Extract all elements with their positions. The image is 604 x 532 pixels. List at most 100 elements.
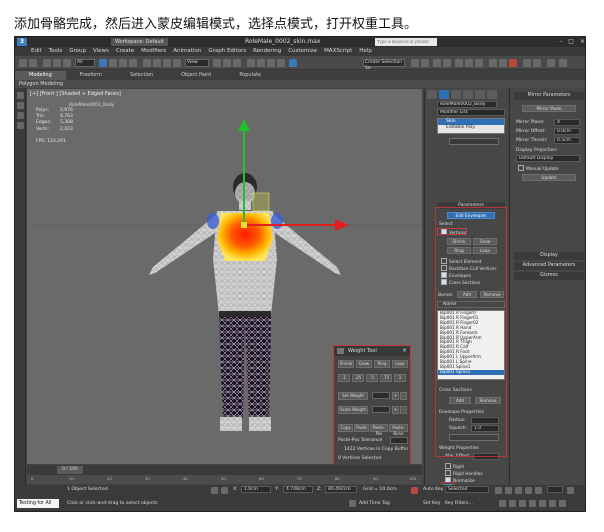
- viewport-label[interactable]: [+] [Front ] [Shaded + Edged Faces]: [30, 91, 121, 97]
- time-slider-handle[interactable]: 0 / 100: [57, 466, 83, 474]
- gizmos-rollout[interactable]: Gizmos: [514, 272, 584, 280]
- move-icon[interactable]: [143, 59, 151, 67]
- display-projection-dropdown[interactable]: Default Display: [516, 155, 580, 162]
- reference-coord-dropdown[interactable]: View: [185, 59, 209, 67]
- scale-minus-button[interactable]: -: [400, 406, 407, 414]
- modifier-list-dropdown[interactable]: Modifier List: [437, 109, 505, 116]
- mirror-offset-field[interactable]: 0.0cm: [554, 128, 580, 135]
- placement-icon[interactable]: [173, 59, 181, 67]
- add-time-tag-icon[interactable]: [349, 500, 356, 507]
- set-weight-button[interactable]: Set Weight: [338, 392, 368, 400]
- track-bar[interactable]: 0 10 20 30 40 50 60 70 80 90 100: [27, 475, 422, 484]
- copy-button[interactable]: Copy: [338, 424, 353, 432]
- weight-preset-button[interactable]: .1: [338, 374, 350, 382]
- modify-tab-icon[interactable]: [439, 90, 449, 99]
- select-by-name-icon[interactable]: [109, 59, 117, 67]
- tab-modeling[interactable]: Modeling: [15, 71, 66, 80]
- mirror-plane-dropdown[interactable]: X: [554, 119, 580, 126]
- render-online-icon[interactable]: [523, 59, 531, 67]
- selection-set-dropdown[interactable]: Create Selection Se: [363, 59, 405, 71]
- weight-minus-button[interactable]: -: [400, 392, 407, 400]
- play-icon[interactable]: [515, 487, 522, 494]
- menu-help[interactable]: Help: [359, 47, 372, 56]
- unlink-icon[interactable]: [53, 59, 61, 67]
- menu-graph-editors[interactable]: Graph Editors: [208, 47, 246, 56]
- menu-create[interactable]: Create: [116, 47, 134, 56]
- keyboard-shortcut-icon[interactable]: [233, 59, 241, 67]
- grow-button[interactable]: Grow: [356, 360, 372, 368]
- named-selection-icon[interactable]: [289, 59, 297, 67]
- weight-preset-button[interactable]: .25: [352, 374, 364, 382]
- absolute-mode-icon[interactable]: [221, 487, 228, 494]
- tab-selection[interactable]: Selection: [116, 71, 167, 80]
- close-icon[interactable]: ×: [580, 38, 585, 46]
- zoom-all-icon[interactable]: [509, 500, 516, 507]
- schematic-view-icon[interactable]: [465, 59, 473, 67]
- menu-animation[interactable]: Animation: [173, 47, 201, 56]
- lock-selection-icon[interactable]: [211, 487, 218, 494]
- shrink-button[interactable]: Shrink: [338, 360, 354, 368]
- weight-preset-button[interactable]: 1: [394, 374, 406, 382]
- mirror-mode-button[interactable]: Mirror Mode: [522, 105, 576, 112]
- create-tab-icon[interactable]: [427, 90, 437, 99]
- rendered-frame-icon[interactable]: [499, 59, 507, 67]
- menu-edit[interactable]: Edit: [31, 47, 42, 56]
- go-to-start-icon[interactable]: [495, 487, 502, 494]
- selection-filter-dropdown[interactable]: All: [75, 59, 95, 67]
- zoom-extents-icon[interactable]: [519, 500, 526, 507]
- tab-freeform[interactable]: Freeform: [66, 71, 116, 80]
- utilities-tab-icon[interactable]: [487, 90, 497, 99]
- zoom-icon[interactable]: [499, 500, 506, 507]
- filter-icon[interactable]: [17, 102, 24, 109]
- paste-pos-button[interactable]: Paste-Pos: [370, 424, 388, 436]
- rotate-icon[interactable]: [153, 59, 161, 67]
- display-none-icon[interactable]: [17, 122, 24, 129]
- weight-preset-button[interactable]: .75: [380, 374, 392, 382]
- loop-button[interactable]: Loop: [392, 360, 408, 368]
- previous-frame-icon[interactable]: [505, 487, 512, 494]
- render-production-icon[interactable]: [509, 59, 517, 67]
- mirror-thresh-field[interactable]: 0.5cm: [554, 137, 580, 144]
- minimize-icon[interactable]: –: [559, 38, 562, 46]
- weight-preset-button[interactable]: .5: [366, 374, 378, 382]
- redo-icon[interactable]: [29, 59, 37, 67]
- maximize-icon[interactable]: □: [568, 38, 574, 46]
- close-icon[interactable]: ×: [402, 347, 407, 354]
- object-name-field[interactable]: RoleMale0002_Body: [437, 101, 497, 108]
- menu-maxscript[interactable]: MAXScript: [324, 47, 352, 56]
- a360-icon[interactable]: [533, 59, 541, 67]
- paste-button[interactable]: Paste: [354, 424, 369, 432]
- percent-snap-icon[interactable]: [267, 59, 275, 67]
- scale-plus-button[interactable]: +: [392, 406, 399, 414]
- display-tab-icon[interactable]: [475, 90, 485, 99]
- link-icon[interactable]: [43, 59, 51, 67]
- rigid-handles-checkbox[interactable]: Rigid Handles: [445, 470, 483, 477]
- z-coordinate-field[interactable]: 80.492cm: [325, 486, 357, 493]
- extra-tool-2-icon[interactable]: [559, 59, 567, 67]
- workspace-dropdown[interactable]: Workspace: Default: [111, 38, 168, 46]
- advanced-parameters-rollout[interactable]: Advanced Parameters: [514, 262, 584, 270]
- paste-tolerance-field[interactable]: [390, 437, 408, 444]
- snaps-toggle-icon[interactable]: [247, 59, 255, 67]
- weight-plus-button[interactable]: +: [392, 392, 399, 400]
- orbit-icon[interactable]: [549, 500, 556, 507]
- rect-selection-icon[interactable]: [119, 59, 127, 67]
- mirror-icon[interactable]: [411, 59, 419, 67]
- scale-weight-field[interactable]: [372, 406, 390, 413]
- extra-tool-icon[interactable]: [547, 59, 555, 67]
- undo-icon[interactable]: [19, 59, 27, 67]
- menu-customize[interactable]: Customize: [288, 47, 317, 56]
- update-button[interactable]: Update: [522, 174, 576, 181]
- menu-rendering[interactable]: Rendering: [253, 47, 281, 56]
- toggle-ribbon-icon[interactable]: [443, 59, 451, 67]
- ring-button[interactable]: Ring: [374, 360, 390, 368]
- weight-tool-titlebar[interactable]: Weight Tool ×: [334, 346, 410, 356]
- pivot-center-icon[interactable]: [213, 59, 221, 67]
- display-rollout[interactable]: Display: [514, 252, 584, 260]
- x-coordinate-field[interactable]: 1.0cm: [241, 486, 271, 493]
- set-weight-field[interactable]: [372, 392, 390, 399]
- tab-populate[interactable]: Populate: [225, 71, 275, 80]
- motion-tab-icon[interactable]: [463, 90, 473, 99]
- material-editor-icon[interactable]: [475, 59, 483, 67]
- pan-view-icon[interactable]: [539, 500, 546, 507]
